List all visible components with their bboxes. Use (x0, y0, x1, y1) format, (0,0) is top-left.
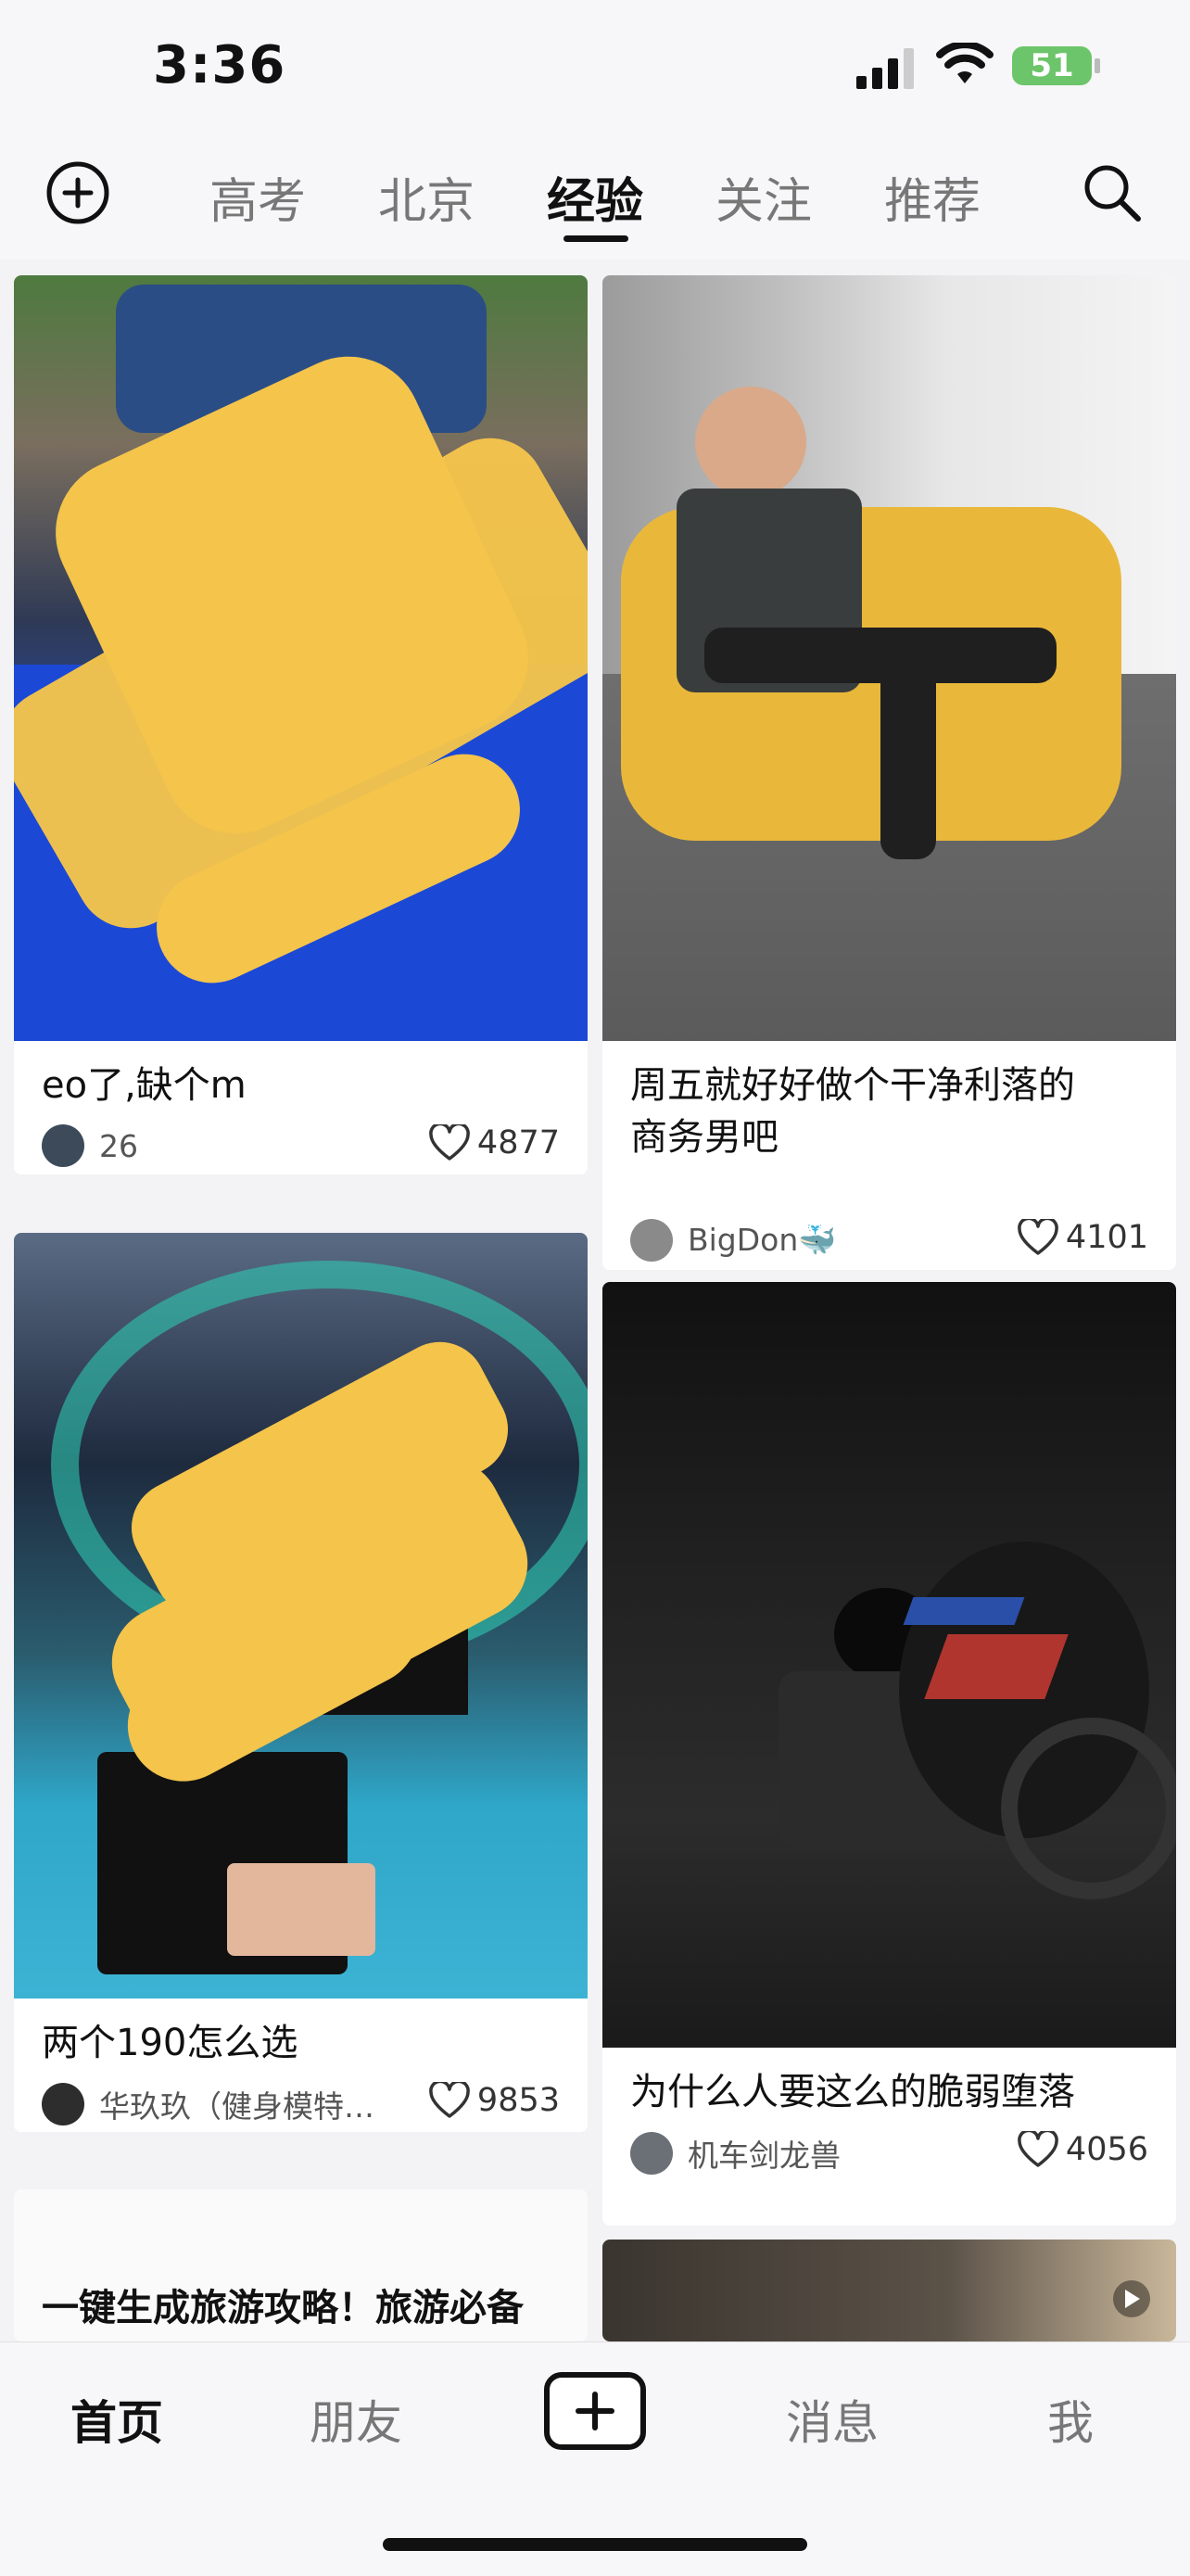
video-badge (1113, 2280, 1150, 2317)
tab-beijing[interactable]: 北京 (378, 162, 475, 232)
post-author[interactable]: 华玖玖（健身模特… (42, 2082, 394, 2126)
like-count: 9853 (476, 2082, 560, 2119)
heart-outline-icon (429, 2082, 470, 2118)
author-name: 26 (99, 1127, 138, 1164)
post-image (602, 2240, 1176, 2341)
feed-card[interactable]: 为什么人要这么的脆弱堕落 机车剑龙兽 4056 (602, 1282, 1176, 2226)
heart-outline-icon (1018, 2131, 1058, 2167)
nav-me[interactable]: 我 (1047, 2386, 1094, 2453)
post-title: eo了,缺个m (42, 1064, 247, 1107)
post-title-line-2: 商务男吧 (630, 1116, 779, 1159)
post-image (14, 1233, 588, 1999)
battery-icon: 51 (1012, 46, 1092, 85)
post-image (14, 275, 588, 1041)
avatar (42, 1124, 84, 1167)
search-button[interactable] (1079, 159, 1146, 230)
post-title: 为什么人要这么的脆弱堕落 (630, 2071, 1075, 2113)
avatar (42, 2083, 84, 2126)
like-button[interactable]: 9853 (429, 2082, 560, 2119)
play-icon (1125, 2290, 1140, 2308)
nav-friends[interactable]: 朋友 (310, 2386, 402, 2453)
nav-messages[interactable]: 消息 (786, 2386, 879, 2453)
like-count: 4101 (1065, 1219, 1148, 1256)
tab-gaokao[interactable]: 高考 (209, 162, 306, 232)
avatar (630, 2132, 673, 2175)
post-title: 周五就好好做个干净利落的 商务男吧 (630, 1060, 1075, 1163)
post-title-line-1: 周五就好好做个干净利落的 (630, 1064, 1075, 1107)
post-image (602, 1282, 1176, 2048)
nav-home[interactable]: 首页 (70, 2386, 163, 2453)
wifi-icon (936, 41, 994, 91)
feed-card[interactable]: 周五就好好做个干净利落的 商务男吧 BigDon🐳 4101 (602, 275, 1176, 1270)
like-button[interactable]: 4877 (429, 1124, 560, 1161)
post-author[interactable]: BigDon🐳 (630, 1219, 836, 1262)
feed-card[interactable]: eo了,缺个m 26 4877 (14, 275, 588, 1174)
publish-button[interactable] (543, 2371, 647, 2455)
like-button[interactable]: 4101 (1018, 1219, 1148, 1256)
author-name: 华玖玖（健身模特… (99, 2088, 374, 2125)
feed-card[interactable]: 一键生成旅游攻略！旅游必备 (14, 2189, 588, 2341)
add-button[interactable] (44, 159, 111, 230)
signal-icon (856, 48, 916, 93)
author-name: 机车剑龙兽 (688, 2138, 841, 2174)
tab-experience[interactable]: 经验 (547, 162, 643, 232)
post-title: 两个190怎么选 (42, 2022, 298, 2064)
like-count: 4056 (1065, 2131, 1148, 2168)
battery-tip (1095, 58, 1100, 73)
plus-circle-icon (46, 161, 109, 224)
home-indicator (383, 2538, 807, 2551)
post-title: 一键生成旅游攻略！旅游必备 (42, 2287, 524, 2329)
status-time: 3:36 (153, 35, 286, 95)
avatar (630, 1219, 673, 1262)
like-count: 4877 (476, 1124, 560, 1161)
feed-card[interactable] (602, 2240, 1176, 2341)
like-button[interactable]: 4056 (1018, 2131, 1148, 2168)
post-image (602, 275, 1176, 1041)
author-name: BigDon🐳 (688, 1222, 837, 1258)
feed-card[interactable]: 两个190怎么选 华玖玖（健身模特… 9853 (14, 1233, 588, 2132)
post-author[interactable]: 机车剑龙兽 (630, 2131, 841, 2176)
tab-recommend[interactable]: 推荐 (884, 162, 981, 232)
tab-following[interactable]: 关注 (715, 162, 812, 232)
search-icon (1084, 165, 1141, 222)
heart-outline-icon (1018, 1219, 1058, 1255)
heart-outline-icon (429, 1124, 470, 1161)
post-author[interactable]: 26 (42, 1124, 138, 1167)
plus-square-icon (544, 2372, 646, 2450)
battery-level: 51 (1030, 47, 1074, 84)
active-tab-indicator (563, 235, 628, 242)
